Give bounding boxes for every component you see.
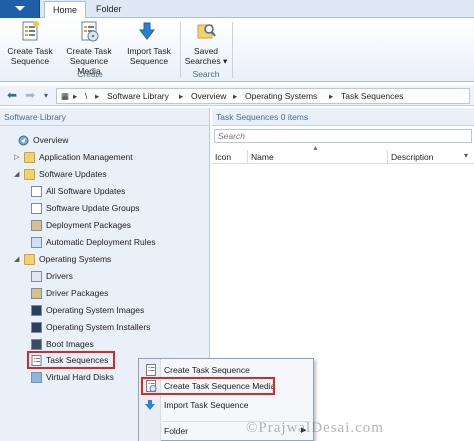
overview-icon: [18, 135, 29, 146]
saved-label-2: Searches ▾: [184, 56, 228, 66]
ribbon: Create Task Sequence Create Task Sequenc…: [0, 18, 474, 82]
import-ts-label-2: Sequence: [129, 56, 169, 66]
ribbon-group-separator: [232, 22, 233, 78]
tree-item-label: Software Updates: [39, 169, 107, 179]
tree-item-label: Software Update Groups: [46, 203, 140, 213]
import-arrow-icon: [138, 22, 156, 40]
software-updates-icon: [31, 186, 42, 197]
menu-item-label: Import Task Sequence: [164, 400, 249, 410]
collapse-arrow-icon[interactable]: ◢: [14, 167, 19, 182]
import-arrow-icon: [145, 400, 155, 410]
highlight-box: [27, 351, 115, 369]
folder-icon: [24, 254, 35, 265]
create-task-sequence-media-button[interactable]: Create Task Sequence Media: [58, 20, 120, 76]
chevron-down-icon: ▾: [223, 56, 228, 66]
vhd-icon: [31, 372, 42, 383]
tree-item-label: Virtual Hard Disks: [46, 372, 114, 382]
create-task-sequence-button[interactable]: Create Task Sequence: [4, 20, 56, 66]
folder-icon: [24, 169, 35, 180]
group-label-search: Search: [192, 69, 220, 79]
tree-item-label: Deployment Packages: [46, 220, 132, 230]
chevron-down-icon[interactable]: ▾: [464, 151, 468, 160]
tab-folder[interactable]: Folder: [88, 1, 130, 19]
collapse-arrow-icon[interactable]: ◢: [14, 252, 19, 267]
column-header-icon[interactable]: Icon: [212, 150, 248, 164]
menu-item-import-task-sequence[interactable]: Import Task Sequence: [141, 397, 311, 413]
saved-label-1: Saved: [193, 46, 219, 56]
tree-item-label: Drivers: [46, 271, 73, 281]
menu-item-label: Folder: [164, 426, 189, 436]
column-header-name[interactable]: Name: [248, 150, 388, 164]
breadcrumb[interactable]: ▦ ▸ \ ▸ Software Library ▸ Overview ▸ Op…: [56, 88, 470, 104]
boot-image-icon: [31, 339, 42, 350]
tree-item-label: Boot Images: [46, 339, 94, 349]
back-arrow-icon[interactable]: ⬅: [4, 88, 20, 104]
menu-item-create-task-sequence[interactable]: Create Task Sequence: [141, 362, 311, 378]
os-installer-icon: [31, 322, 42, 333]
breadcrumb-overview[interactable]: Overview: [191, 91, 226, 101]
app-menu-button[interactable]: [0, 0, 40, 18]
create-tsm-label-1: Create Task: [66, 46, 112, 56]
breadcrumb-separator: ▸: [95, 91, 100, 101]
saved-label-2-text: Searches: [184, 56, 221, 66]
task-sequence-icon: [22, 21, 39, 41]
tree-item-label: Overview: [33, 135, 69, 145]
expand-arrow-icon[interactable]: ▷: [14, 150, 19, 165]
ribbon-tab-row: Home Folder: [0, 0, 474, 19]
tree-item-label: Operating System Images: [46, 305, 145, 315]
nav-pane-title: Software Library: [4, 112, 66, 122]
import-ts-label-1: Import Task: [127, 46, 171, 56]
group-label-create: Create: [77, 69, 103, 79]
import-task-sequence-button[interactable]: Import Task Sequence: [124, 20, 174, 66]
breadcrumb-separator: ▸: [73, 91, 78, 101]
saved-searches-icon: [197, 24, 216, 39]
tree-item-label: Driver Packages: [46, 288, 109, 298]
drivers-icon: [31, 271, 42, 282]
chevron-down-icon[interactable]: ▾: [38, 88, 54, 104]
address-bar: ⬅ ➡ ▾ ▦ ▸ \ ▸ Software Library ▸ Overvie…: [0, 86, 474, 106]
package-icon: [31, 220, 42, 231]
package-icon: [31, 288, 42, 299]
tab-home[interactable]: Home: [44, 1, 87, 19]
create-ts-label-2: Sequence: [10, 56, 50, 66]
tree-item-label: Operating Systems: [39, 254, 112, 264]
dropdown-arrow-icon: [15, 6, 25, 11]
breadcrumb-root[interactable]: \: [85, 91, 87, 101]
content-title: Task Sequences 0 items: [212, 108, 474, 126]
breadcrumb-separator: ▸: [233, 91, 238, 101]
update-groups-icon: [31, 203, 42, 214]
breadcrumb-task-sequences[interactable]: Task Sequences: [341, 91, 403, 101]
create-ts-label-1: Create Task: [7, 46, 53, 56]
column-header-description[interactable]: Description: [388, 150, 474, 164]
tree-item-label: Automatic Deployment Rules: [46, 237, 156, 247]
watermark: ©PrajwalDesai.com: [246, 420, 384, 436]
folder-icon: [24, 152, 35, 163]
divider: [0, 125, 210, 126]
ribbon-group-separator: [180, 22, 181, 78]
menu-item-label: Create Task Sequence: [164, 365, 250, 375]
forward-arrow-icon[interactable]: ➡: [22, 88, 38, 104]
tree-item-label: Application Management: [39, 152, 133, 162]
sort-arrow-icon: ▲: [312, 145, 319, 152]
search-input[interactable]: Search: [214, 129, 472, 143]
os-image-icon: [31, 305, 42, 316]
saved-searches-button[interactable]: Saved Searches ▾: [184, 20, 228, 66]
breadcrumb-separator: ▸: [329, 91, 334, 101]
tree-item-label: All Software Updates: [46, 186, 126, 196]
highlight-box: [141, 377, 275, 395]
console-root-icon: ▦: [61, 91, 70, 101]
breadcrumb-operating-systems[interactable]: Operating Systems: [245, 91, 317, 101]
rules-icon: [31, 237, 42, 248]
breadcrumb-separator: ▸: [179, 91, 184, 101]
breadcrumb-software-library[interactable]: Software Library: [107, 91, 169, 101]
tree-item-label: Operating System Installers: [46, 322, 151, 332]
task-sequence-media-icon: [81, 21, 99, 42]
task-sequence-icon: [146, 364, 156, 376]
